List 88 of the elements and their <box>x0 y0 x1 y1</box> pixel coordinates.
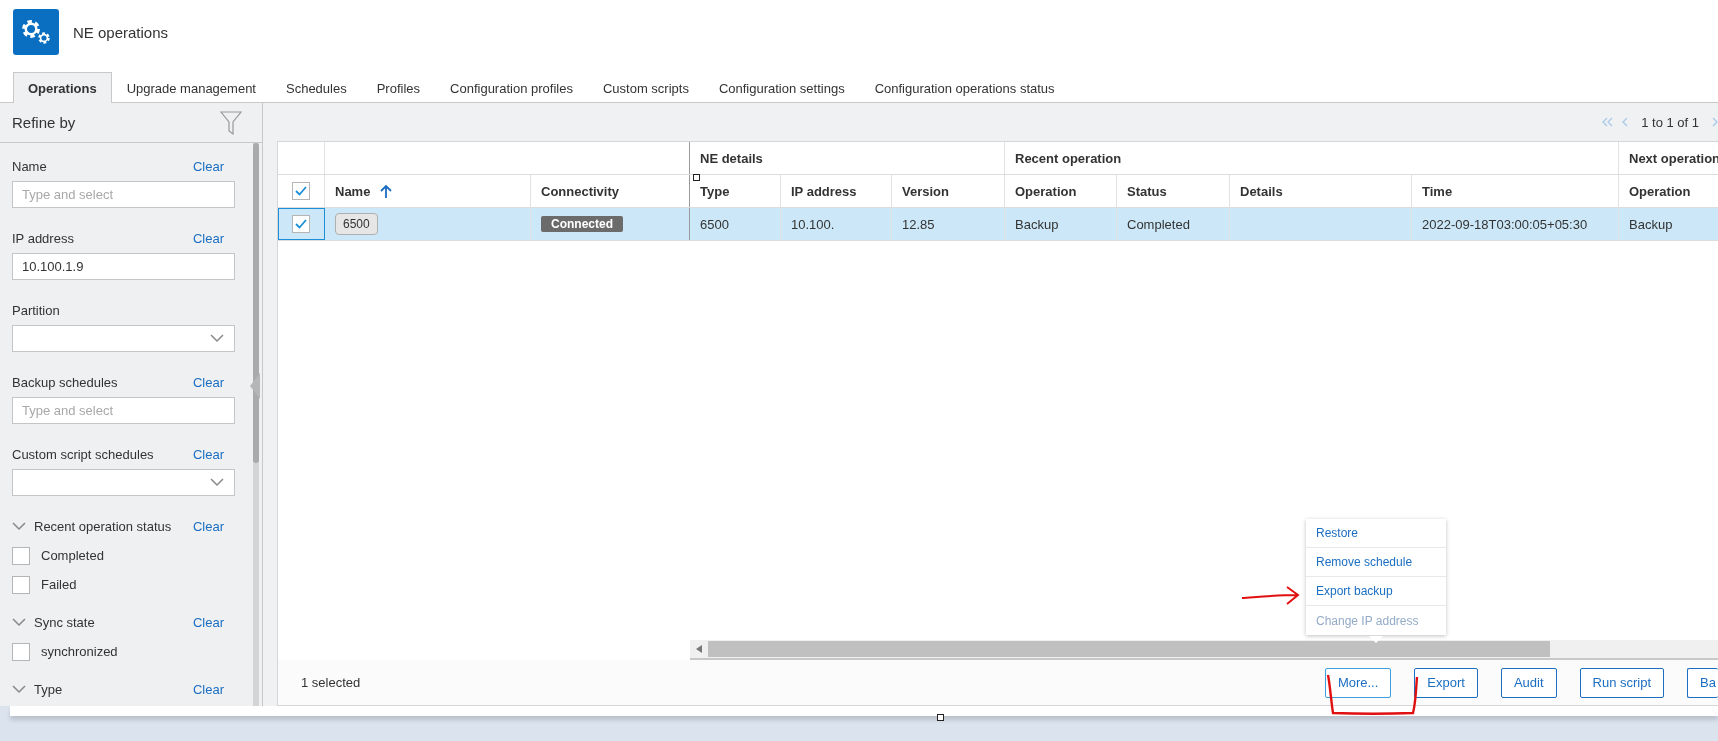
filter-input[interactable]: Type and select <box>12 397 235 424</box>
sort-ascending-icon[interactable] <box>380 184 393 198</box>
action-button[interactable]: More... <box>1324 667 1392 698</box>
column-group-header: NE details <box>700 150 763 166</box>
table-cell: 12.85 <box>902 216 935 232</box>
chevron-icon[interactable] <box>12 521 26 531</box>
filter-label: Recent operation status <box>34 518 172 534</box>
filter-label: Name <box>12 158 47 174</box>
clear-link[interactable]: Clear <box>192 230 224 246</box>
filter-label: Custom script schedules <box>12 446 154 462</box>
next-page-icon[interactable] <box>1711 117 1718 127</box>
first-page-icon[interactable] <box>1602 117 1615 127</box>
dropdown-field[interactable] <box>12 325 235 352</box>
action-button[interactable]: Export <box>1414 667 1478 698</box>
table-cell: 2022-09-18T03:00:05+05:30 <box>1422 216 1588 232</box>
horizontal-scrollbar[interactable] <box>690 640 1718 660</box>
menu-item[interactable]: Export backup <box>1306 577 1446 606</box>
clear-link[interactable]: Clear <box>192 614 224 630</box>
column-header[interactable]: Time <box>1422 183 1453 199</box>
checkbox[interactable] <box>12 642 30 661</box>
filter-label: Backup schedules <box>12 374 118 390</box>
menu-item[interactable]: Restore <box>1306 519 1446 548</box>
clear-link[interactable]: Clear <box>192 681 224 697</box>
column-header[interactable]: Connectivity <box>541 183 619 199</box>
column-header[interactable]: Status <box>1127 183 1167 199</box>
action-button[interactable]: Audit <box>1500 667 1557 698</box>
column-header[interactable]: Version <box>902 183 949 199</box>
chevron-down-icon[interactable] <box>210 478 224 487</box>
filter-label: IP address <box>12 230 74 246</box>
column-header[interactable]: Operation <box>1015 183 1077 199</box>
tab[interactable]: Schedules <box>271 73 362 103</box>
menu-item[interactable]: Remove schedule <box>1306 548 1446 577</box>
column-header[interactable]: Name <box>335 183 371 199</box>
select-all-checkbox[interactable] <box>292 182 310 200</box>
column-header[interactable]: Type <box>700 183 730 199</box>
row-checkbox[interactable] <box>292 215 310 233</box>
scroll-left-icon[interactable] <box>696 645 702 653</box>
table-cell: 6500 <box>700 216 729 232</box>
option-label: synchronized <box>41 644 118 659</box>
clear-link[interactable]: Clear <box>192 158 224 174</box>
table-cell: Completed <box>1127 216 1190 232</box>
action-button[interactable]: Run script <box>1579 667 1665 698</box>
filter-input[interactable]: 10.100.1.9 <box>12 253 235 280</box>
table-row[interactable]: 6500 Connected 6500 10.100. 12.85 Backup Completed 2022-09-18T03:00:05+05:30 Backup <box>278 208 1718 241</box>
column-group-header: Recent operation <box>1015 150 1122 166</box>
table-cell: Backup <box>1015 216 1059 232</box>
type-badge: 6500 <box>335 213 378 235</box>
tab[interactable]: Custom scripts <box>587 73 704 103</box>
tab[interactable]: Profiles <box>361 73 436 103</box>
clear-link[interactable]: Clear <box>192 518 224 534</box>
action-button[interactable]: Ba <box>1687 667 1718 698</box>
filter-label: Sync state <box>34 614 95 630</box>
clear-link[interactable]: Clear <box>192 446 224 462</box>
gears-logo-icon <box>13 9 59 55</box>
tab[interactable]: Configuration operations status <box>859 73 1070 103</box>
collapse-handle-icon[interactable] <box>250 373 260 399</box>
option-label: Completed <box>41 548 104 563</box>
tab[interactable]: Upgrade management <box>111 73 271 103</box>
column-header[interactable]: Details <box>1240 183 1283 199</box>
previous-page-icon[interactable] <box>1622 117 1630 127</box>
option-label: Failed <box>41 577 77 592</box>
status-tag: Connected <box>541 216 623 232</box>
column-header[interactable]: Operation <box>1629 183 1691 199</box>
selection-count: 1 selected <box>301 675 361 690</box>
chevron-icon[interactable] <box>12 617 26 627</box>
table-cell: Backup <box>1629 216 1673 232</box>
dropdown-field[interactable] <box>12 469 235 496</box>
column-header[interactable]: IP address <box>791 183 857 199</box>
filter-icon[interactable] <box>220 110 242 135</box>
resize-handle-icon[interactable] <box>937 714 944 721</box>
annotation-arrow-drawing <box>1240 585 1302 607</box>
filter-label: Type <box>34 681 63 697</box>
tab[interactable]: Configuration profiles <box>435 73 588 103</box>
clear-link[interactable]: Clear <box>192 374 224 390</box>
checkbox[interactable] <box>12 575 30 594</box>
chevron-down-icon[interactable] <box>210 334 224 343</box>
app-title: NE operations <box>73 23 169 41</box>
chevron-icon[interactable] <box>12 684 26 694</box>
sidebar-title: Refine by <box>12 114 76 131</box>
filter-input[interactable]: Type and select <box>12 181 235 208</box>
resize-handle-icon[interactable] <box>693 174 700 181</box>
checkbox[interactable] <box>12 546 30 565</box>
table-cell: 10.100. <box>791 216 835 232</box>
scrollbar[interactable] <box>253 143 259 706</box>
tab[interactable]: Operations <box>13 72 112 103</box>
filter-label: Partition <box>12 302 60 318</box>
tab[interactable]: Configuration settings <box>703 73 860 103</box>
page-range: 1 to 1 of 1 <box>1641 114 1699 130</box>
